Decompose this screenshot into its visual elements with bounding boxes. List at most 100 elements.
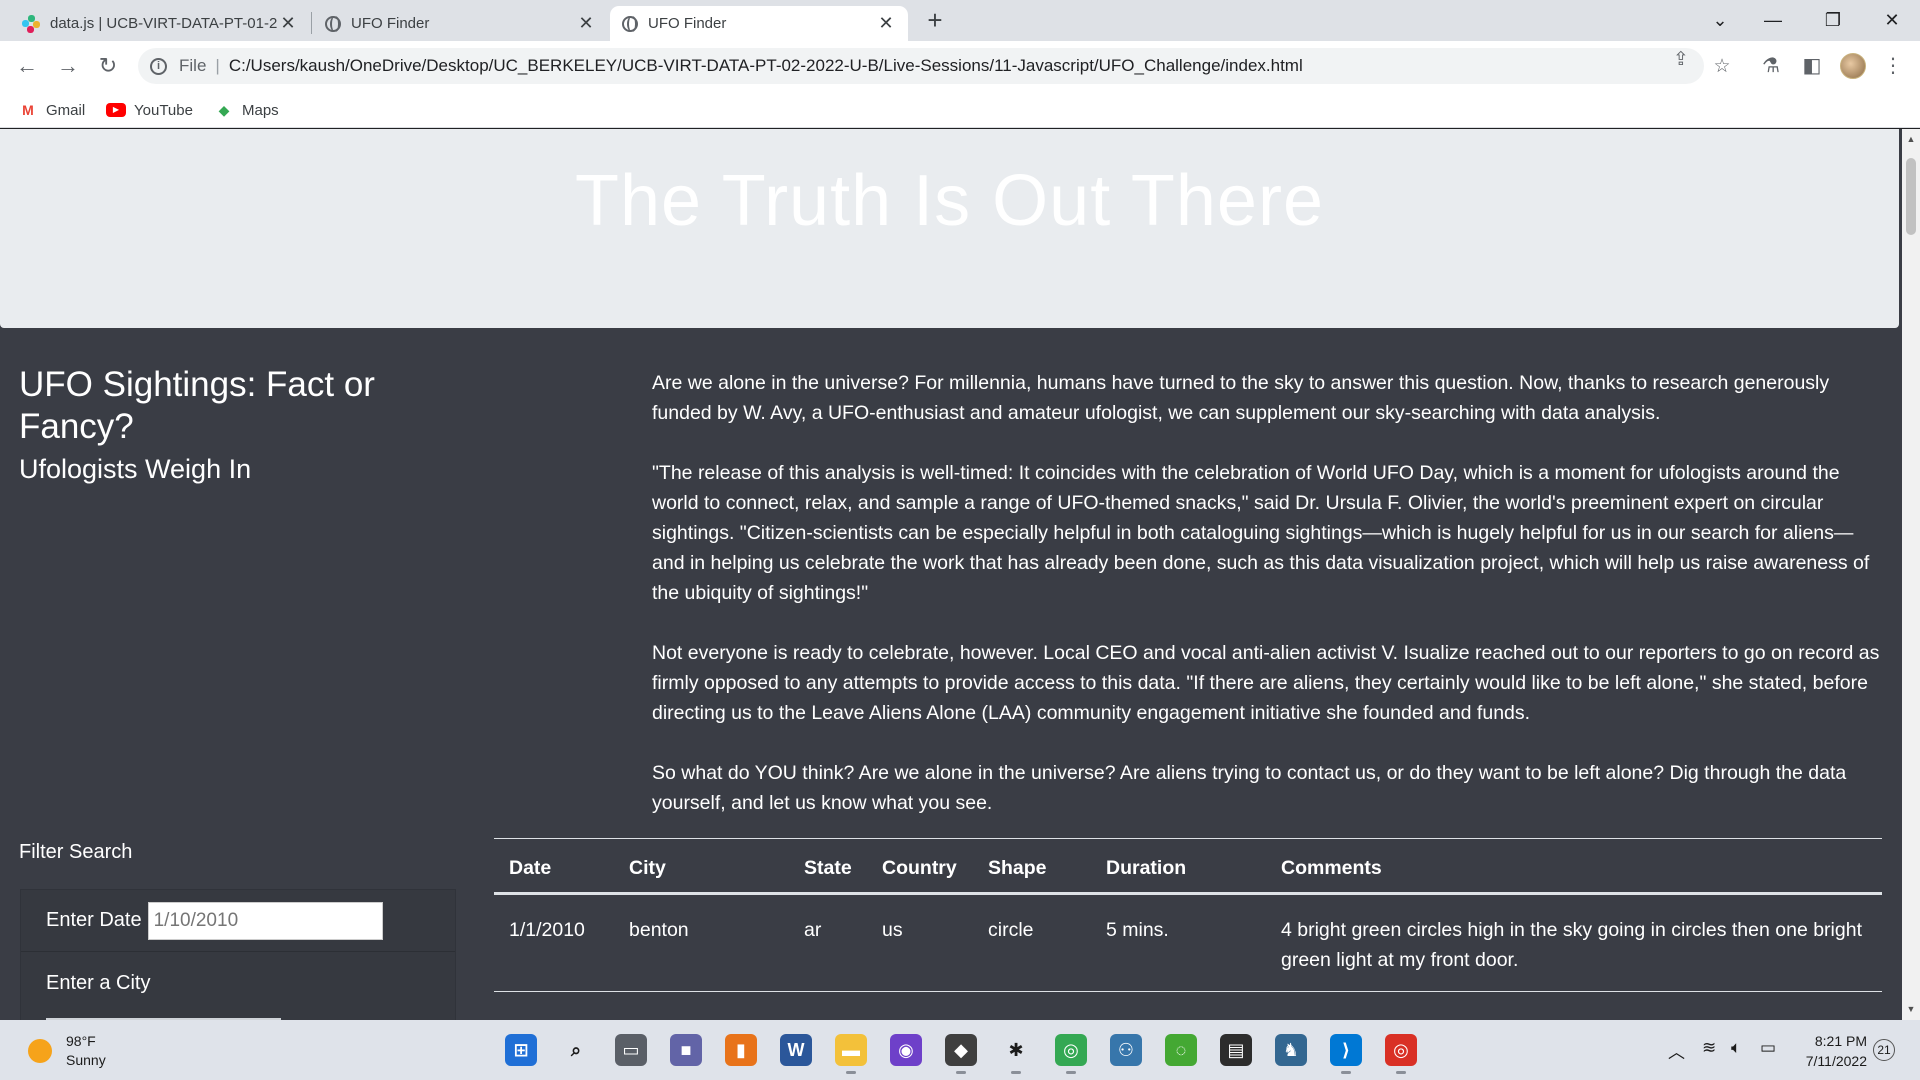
- cell-state: ar: [789, 893, 867, 992]
- close-tab-icon[interactable]: ✕: [278, 13, 298, 34]
- slack-icon[interactable]: ✱: [1000, 1034, 1032, 1074]
- ufo-table: Date City State Country Shape Duration C…: [494, 838, 1882, 992]
- bookmark-label: Maps: [242, 101, 279, 119]
- reload-icon[interactable]: ↻: [94, 52, 122, 80]
- column-header-shape: Shape: [973, 838, 1091, 895]
- article-body: Are we alone in the universe? For millen…: [652, 368, 1882, 848]
- filter-panel: Enter Date Enter a City: [20, 889, 456, 1020]
- restore-button[interactable]: ❐: [1805, 0, 1861, 41]
- show-hidden-icons-chevron-icon[interactable]: ︿: [1668, 1038, 1685, 1063]
- cell-shape: circle: [973, 893, 1091, 992]
- windows-taskbar: 98°F Sunny ⊞ ⌕ ▭ ■ ▮ W ▬ ◉ ◆ ✱ ◎ ⚇ ◌ ▤ ♞ ⟩ ◎ ︿ ≋ 🔈︎ ▭ 8:…: [0, 1020, 1920, 1080]
- windows-start-icon[interactable]: ⊞: [505, 1034, 537, 1066]
- info-icon[interactable]: i: [150, 57, 167, 75]
- bookmark-maps[interactable]: ◆ Maps: [214, 99, 279, 121]
- search-icon[interactable]: ⌕: [560, 1034, 592, 1066]
- office-icon[interactable]: ▮: [725, 1034, 757, 1066]
- tab-datajs[interactable]: data.js | UCB-VIRT-DATA-PT-01-2 ✕: [10, 6, 310, 41]
- wifi-icon[interactable]: ≋: [1702, 1038, 1716, 1058]
- running-indicator: [1066, 1071, 1076, 1074]
- column-header-city: City: [614, 838, 789, 895]
- page-title: UFO Sightings: Fact or Fancy?: [19, 365, 375, 446]
- page-scrollbar[interactable]: ▲ ▼: [1902, 129, 1920, 1020]
- date-input[interactable]: [147, 901, 383, 940]
- filter-search-title: Filter Search: [19, 841, 133, 863]
- running-indicator: [1396, 1071, 1406, 1074]
- tab-ufo-finder-active[interactable]: UFO Finder ✕: [610, 6, 908, 41]
- bookmark-label: Gmail: [46, 101, 86, 119]
- article-paragraph: So what do YOU think? Are we alone in th…: [652, 762, 1847, 814]
- minimize-button[interactable]: —: [1745, 0, 1801, 41]
- slack-icon: [22, 14, 40, 33]
- scrollbar-thumb[interactable]: [1906, 158, 1916, 235]
- volume-icon[interactable]: 🔈︎: [1731, 1038, 1741, 1058]
- bookmarks-bar: M Gmail ▶ YouTube ◆ Maps: [0, 91, 1920, 128]
- scheme-divider: |: [215, 56, 220, 75]
- tab-search-button[interactable]: ⌄: [1692, 0, 1748, 41]
- file-explorer-icon[interactable]: ▬: [835, 1034, 867, 1074]
- chrome-icon[interactable]: ◎: [1055, 1034, 1087, 1074]
- column-header-date: Date: [494, 838, 614, 895]
- address-bar[interactable]: i File | C:/Users/kaush/OneDrive/Desktop…: [138, 48, 1704, 84]
- weather-temp: 98°F: [66, 1033, 96, 1049]
- bookmark-youtube[interactable]: ▶ YouTube: [106, 99, 193, 121]
- notifications-badge[interactable]: 21: [1873, 1039, 1895, 1061]
- battery-icon[interactable]: ▭: [1760, 1038, 1776, 1058]
- url-text[interactable]: C:/Users/kaush/OneDrive/Desktop/UC_BERKE…: [229, 56, 1704, 76]
- anaconda-icon[interactable]: ◌: [1165, 1034, 1197, 1066]
- bookmark-gmail[interactable]: M Gmail: [18, 99, 85, 121]
- postgres-icon[interactable]: ♞: [1275, 1034, 1307, 1066]
- terminal-icon[interactable]: ▤: [1220, 1034, 1252, 1066]
- forward-icon[interactable]: →: [54, 52, 82, 80]
- globe-icon: [325, 15, 341, 32]
- system-clock[interactable]: 8:21 PM 7/11/2022: [1800, 1031, 1867, 1071]
- new-tab-button[interactable]: +: [920, 6, 950, 36]
- table-row: 1/1/2010 benton ar us circle 5 mins. 4 b…: [494, 893, 1882, 992]
- cell-date: 1/1/2010: [494, 893, 614, 992]
- cell-comments: 4 bright green circles high in the sky g…: [1266, 893, 1882, 992]
- clock-time: 8:21 PM: [1814, 1033, 1867, 1049]
- vscode-icon[interactable]: ⟩: [1330, 1034, 1362, 1074]
- maps-icon: ◆: [218, 101, 230, 118]
- hero-title: The Truth Is Out There: [575, 161, 1324, 241]
- column-header-country: Country: [867, 838, 973, 895]
- page-viewport: The Truth Is Out There UFO Sightings: Fa…: [0, 129, 1902, 1020]
- scroll-up-arrow-icon[interactable]: ▲: [1902, 131, 1920, 147]
- close-tab-icon[interactable]: ✕: [876, 13, 896, 34]
- column-header-comments: Comments: [1266, 838, 1882, 895]
- weather-desc: Sunny: [66, 1052, 106, 1068]
- weather-widget[interactable]: 98°F Sunny: [28, 1032, 106, 1070]
- filter-city-row: Enter a City: [21, 952, 455, 1014]
- browser-toolbar: ← → ↻ i File | C:/Users/kaush/OneDrive/D…: [0, 41, 1920, 91]
- word-icon[interactable]: W: [780, 1034, 812, 1066]
- back-icon[interactable]: ←: [13, 52, 41, 80]
- chrome-dev-icon[interactable]: ◎: [1385, 1034, 1417, 1074]
- filter-date-row: Enter Date: [21, 890, 455, 952]
- bookmark-star-icon[interactable]: ☆: [1711, 56, 1733, 78]
- side-panel-icon[interactable]: ◧: [1799, 53, 1825, 79]
- task-view-icon[interactable]: ▭: [615, 1034, 647, 1066]
- cell-city: benton: [614, 893, 789, 992]
- city-label: Enter a City: [46, 971, 151, 994]
- tab-ufo-finder[interactable]: UFO Finder ✕: [313, 6, 608, 41]
- github-desktop-icon[interactable]: ◉: [890, 1034, 922, 1066]
- python-icon[interactable]: ⚇: [1110, 1034, 1142, 1066]
- teams-chat-icon[interactable]: ■: [670, 1034, 702, 1066]
- page-subtitle: Ufologists Weigh In: [19, 454, 252, 484]
- close-tab-icon[interactable]: ✕: [576, 13, 596, 34]
- git-icon[interactable]: ◆: [945, 1034, 977, 1074]
- article-paragraph: Not everyone is ready to celebrate, howe…: [652, 642, 1880, 724]
- scroll-down-arrow-icon[interactable]: ▼: [1902, 1001, 1920, 1017]
- tab-title: UFO Finder: [351, 15, 430, 32]
- more-menu-icon[interactable]: ⋮: [1880, 53, 1906, 79]
- share-icon[interactable]: ⇪: [1670, 49, 1692, 71]
- cell-country: us: [867, 893, 973, 992]
- labs-flask-icon[interactable]: ⚗: [1758, 53, 1784, 79]
- running-indicator: [1341, 1071, 1351, 1074]
- date-label: Enter Date: [46, 909, 142, 931]
- youtube-icon: ▶: [106, 102, 126, 118]
- close-window-button[interactable]: ✕: [1864, 0, 1920, 41]
- article-paragraph: "The release of this analysis is well-ti…: [652, 462, 1870, 604]
- running-indicator: [956, 1071, 966, 1074]
- profile-avatar[interactable]: [1840, 53, 1866, 79]
